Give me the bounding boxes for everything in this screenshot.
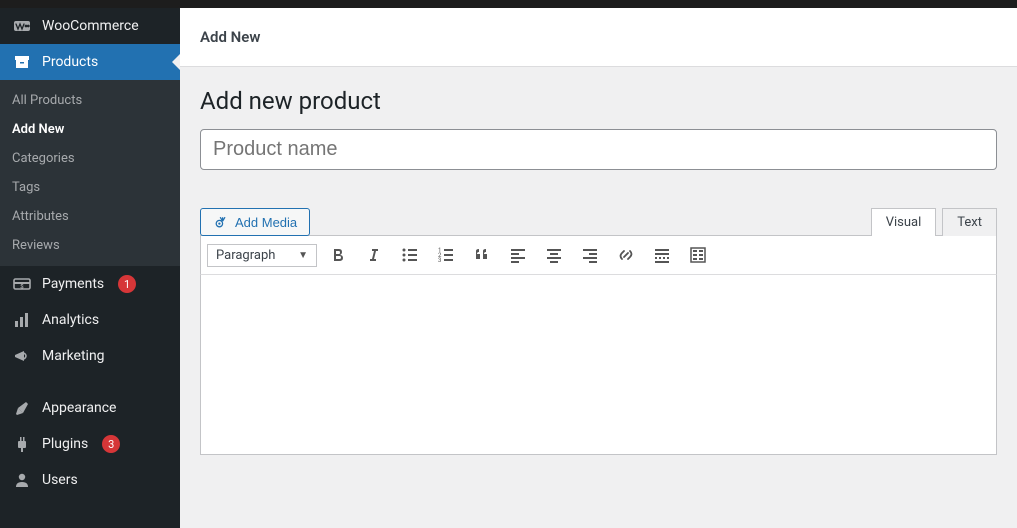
editor-textarea[interactable] <box>200 275 997 455</box>
sidebar-item-analytics[interactable]: Analytics <box>0 302 180 338</box>
sidebar-item-users[interactable]: Users <box>0 462 180 498</box>
payments-icon: $ <box>12 274 32 294</box>
sidebar-item-label: WooCommerce <box>42 18 139 34</box>
product-name-input[interactable] <box>200 129 997 170</box>
users-icon <box>12 470 32 490</box>
page-title: Add new product <box>200 87 997 115</box>
sidebar-item-label: Appearance <box>42 400 116 416</box>
svg-text:3: 3 <box>438 257 441 264</box>
admin-sidebar: WooCommerce Products All Products Add Ne… <box>0 8 180 528</box>
align-center-button[interactable] <box>539 240 569 270</box>
editor-top: Add Media Visual Text <box>200 208 997 236</box>
add-media-button[interactable]: Add Media <box>200 208 310 236</box>
sidebar-item-label: Marketing <box>42 348 105 364</box>
submenu-item-tags[interactable]: Tags <box>0 173 180 202</box>
submenu-item-all-products[interactable]: All Products <box>0 86 180 115</box>
marketing-icon <box>12 346 32 366</box>
sidebar-item-products[interactable]: Products <box>0 44 180 80</box>
toolbar-toggle-button[interactable] <box>683 240 713 270</box>
sidebar-item-woocommerce[interactable]: WooCommerce <box>0 8 180 44</box>
submenu-products: All Products Add New Categories Tags Att… <box>0 80 180 266</box>
blockquote-button[interactable] <box>467 240 497 270</box>
sidebar-item-marketing[interactable]: Marketing <box>0 338 180 374</box>
archive-icon <box>12 52 32 72</box>
page-header: Add New <box>180 8 1017 67</box>
layout: WooCommerce Products All Products Add Ne… <box>0 8 1017 528</box>
format-select[interactable]: Paragraph ▼ <box>207 244 317 267</box>
analytics-icon <box>12 310 32 330</box>
editor-toolbar: Paragraph ▼ 123 <box>200 235 997 275</box>
tab-text[interactable]: Text <box>942 208 997 236</box>
plugins-badge: 3 <box>102 435 120 453</box>
woocommerce-icon <box>12 16 32 36</box>
align-right-button[interactable] <box>575 240 605 270</box>
caret-down-icon: ▼ <box>298 250 308 261</box>
camera-icon <box>213 214 229 230</box>
submenu-item-reviews[interactable]: Reviews <box>0 231 180 260</box>
submenu-item-add-new[interactable]: Add New <box>0 115 180 144</box>
sidebar-item-appearance[interactable]: Appearance <box>0 390 180 426</box>
link-button[interactable] <box>611 240 641 270</box>
editor-tabs: Visual Text <box>871 208 997 236</box>
content-area: Add new product Add Media Visual Text <box>180 67 1017 475</box>
plugins-icon <box>12 434 32 454</box>
bold-button[interactable] <box>323 240 353 270</box>
submenu-item-categories[interactable]: Categories <box>0 144 180 173</box>
read-more-button[interactable] <box>647 240 677 270</box>
payments-badge: 1 <box>118 275 136 293</box>
sidebar-item-label: Products <box>42 54 98 70</box>
tab-visual[interactable]: Visual <box>871 208 937 236</box>
sidebar-item-payments[interactable]: $ Payments 1 <box>0 266 180 302</box>
add-media-label: Add Media <box>235 215 297 230</box>
menu-gap <box>0 374 180 390</box>
appearance-icon <box>12 398 32 418</box>
editor: Add Media Visual Text Paragraph ▼ <box>200 208 997 455</box>
align-left-button[interactable] <box>503 240 533 270</box>
page-header-title: Add New <box>200 28 260 46</box>
sidebar-item-label: Payments <box>42 276 104 292</box>
sidebar-item-label: Users <box>42 472 78 488</box>
italic-button[interactable] <box>359 240 389 270</box>
sidebar-item-plugins[interactable]: Plugins 3 <box>0 426 180 462</box>
sidebar-item-label: Analytics <box>42 312 99 328</box>
wp-admin-topbar <box>0 0 1017 8</box>
sidebar-item-label: Plugins <box>42 436 88 452</box>
svg-text:$: $ <box>20 284 24 291</box>
bulleted-list-button[interactable] <box>395 240 425 270</box>
submenu-item-attributes[interactable]: Attributes <box>0 202 180 231</box>
format-select-label: Paragraph <box>216 248 275 263</box>
numbered-list-button[interactable]: 123 <box>431 240 461 270</box>
main-content: Add New Add new product Add Media Visual… <box>180 8 1017 528</box>
